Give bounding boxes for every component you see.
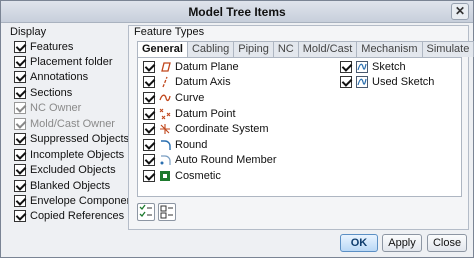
tab-general[interactable]: General [137,41,188,58]
feature-label: Auto Round Member [175,153,277,166]
checkbox-label: Mold/Cast Owner [30,117,115,130]
checkbox[interactable] [143,153,155,166]
datum-axis-icon [159,76,171,88]
checkbox[interactable] [14,40,26,53]
title-bar: Model Tree Items ✕ [1,1,473,23]
checkbox-label: Features [30,40,74,53]
checkbox [14,101,26,114]
tab-piping[interactable]: Piping [233,41,274,57]
feature-types-label: Feature Types [134,26,205,38]
checkbox[interactable] [14,194,26,207]
select-all-icon [139,204,152,217]
feature-item-datum-axis[interactable]: Datum Axis [143,74,231,89]
checkbox-label: Sections [30,86,73,99]
checkbox-label: Annotations [30,70,89,83]
checkbox[interactable] [14,70,26,83]
feature-item-used-sketch[interactable]: Used Sketch [340,74,434,89]
checkbox[interactable] [143,75,155,88]
close-icon[interactable]: ✕ [451,3,469,20]
feature-item-datum-point[interactable]: Datum Point [143,106,236,121]
checkbox-label: Incomplete Objects [30,148,125,161]
feature-item-datum-plane[interactable]: Datum Plane [143,59,239,74]
checkbox[interactable] [14,132,26,145]
ok-button[interactable]: OK [340,234,378,252]
checkbox[interactable] [14,148,26,161]
checkbox-label: Placement folder [30,55,113,68]
checkbox[interactable] [340,75,352,88]
datum-point-icon [159,108,171,120]
feature-type-tabs: General Cabling Piping NC Mold/Cast Mech… [137,41,474,58]
round-icon [159,139,171,151]
tab-simulate[interactable]: Simulate [421,41,474,57]
tab-mold-cast[interactable]: Mold/Cast [297,41,358,57]
checkbox-label: Envelope Components [30,194,142,207]
checkbox[interactable] [143,107,155,120]
feature-label: Cosmetic [175,169,221,182]
feature-label: Round [175,138,208,151]
display-item-excluded-objects[interactable]: Excluded Objects [14,162,116,177]
checkbox[interactable] [14,209,26,222]
auto-round-icon [159,154,171,166]
cosmetic-icon [159,170,171,182]
display-item-features[interactable]: Features [14,39,73,54]
checkbox-label: Copied References [30,209,125,222]
tab-cabling[interactable]: Cabling [186,41,235,57]
dialog-title: Model Tree Items [188,5,286,19]
display-item-nc-owner: NC Owner [14,100,81,115]
checkbox[interactable] [143,169,155,182]
sketch-icon [356,60,368,73]
feature-item-cosmetic[interactable]: Cosmetic [143,168,221,183]
checkbox[interactable] [143,91,155,104]
curve-icon [159,92,171,104]
checkbox[interactable] [14,86,26,99]
display-item-sections[interactable]: Sections [14,85,72,100]
display-item-blanked-objects[interactable]: Blanked Objects [14,178,110,193]
checkbox [14,117,26,130]
feature-label: Datum Axis [175,75,231,88]
checkbox-label: Suppressed Objects [30,132,130,145]
feature-label: Datum Point [175,107,236,120]
feature-label: Coordinate System [175,122,269,135]
checkbox[interactable] [14,55,26,68]
checkbox[interactable] [340,60,352,73]
display-item-placement-folder[interactable]: Placement folder [14,54,113,69]
apply-button[interactable]: Apply [382,234,422,252]
model-tree-items-dialog: Model Tree Items ✕ Display Features Plac… [0,0,474,258]
feature-label: Curve [175,91,205,104]
display-item-annotations[interactable]: Annotations [14,69,88,84]
checkbox[interactable] [143,138,155,151]
feature-item-auto-round-member[interactable]: Auto Round Member [143,152,277,167]
display-group-label: Display [10,26,47,38]
used-sketch-icon [356,75,368,88]
display-item-incomplete-objects[interactable]: Incomplete Objects [14,147,124,162]
select-all-button[interactable] [137,203,155,221]
display-item-envelope-components[interactable]: Envelope Components [14,193,141,208]
tab-mechanism[interactable]: Mechanism [356,41,423,57]
close-button[interactable]: Close [427,234,467,252]
tab-nc[interactable]: NC [272,41,299,57]
checkbox-label: NC Owner [30,101,82,114]
checkbox-label: Blanked Objects [30,179,111,192]
feature-item-coordinate-system[interactable]: Coordinate System [143,121,269,136]
display-item-suppressed-objects[interactable]: Suppressed Objects [14,131,129,146]
display-item-copied-references[interactable]: Copied References [14,208,124,223]
checkbox[interactable] [143,122,155,135]
feature-item-round[interactable]: Round [143,137,207,152]
checkbox[interactable] [14,163,26,176]
datum-plane-icon [159,61,171,73]
feature-item-sketch[interactable]: Sketch [340,59,406,74]
feature-item-curve[interactable]: Curve [143,90,204,105]
coordinate-system-icon [159,123,171,135]
clear-all-button[interactable] [158,203,176,221]
checkbox[interactable] [143,60,155,73]
feature-label: Used Sketch [372,75,435,88]
clear-all-icon [160,205,173,219]
checkbox-label: Excluded Objects [30,163,116,176]
checkbox[interactable] [14,179,26,192]
display-item-mold-cast-owner: Mold/Cast Owner [14,116,115,131]
feature-label: Sketch [372,60,406,73]
feature-label: Datum Plane [175,60,239,73]
